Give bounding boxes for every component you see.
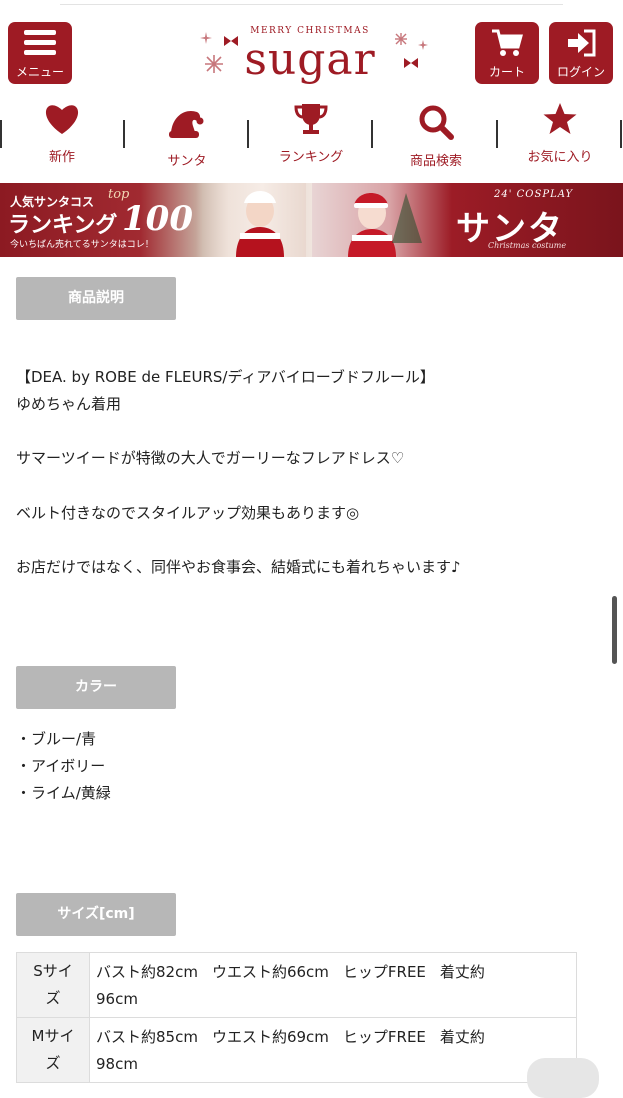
description-line: ベルト付きなのでスタイルアップ効果もあります◎ xyxy=(16,504,360,522)
login-button[interactable]: ログイン xyxy=(549,22,613,84)
cart-icon xyxy=(492,29,523,56)
waist-value: ウエスト約69cm xyxy=(211,1028,329,1046)
length-label: 着丈約 xyxy=(439,1028,485,1046)
nav-item-search[interactable]: 商品検索 xyxy=(386,96,486,170)
star-icon xyxy=(543,103,577,134)
search-icon xyxy=(419,105,454,140)
menu-label: メニュー xyxy=(15,65,64,79)
nav-item-santa[interactable]: サンタ xyxy=(137,96,237,170)
description-line: お店だけではなく、同伴やお食事会、結婚式にも着れちゃいます♪ xyxy=(16,558,461,576)
length-value: 98cm xyxy=(96,1055,138,1073)
main-nav: 新作 サンタ ランキング 商品検索 お気に入り xyxy=(0,96,623,170)
size-measure-cell: バスト約82cm ウエスト約66cm ヒップFREE 着丈約 96cm xyxy=(89,952,577,1018)
promo-banner[interactable]: 人気サンタコス ランキング top 100 今いちばん売れてるサンタはコレ！ 2… xyxy=(0,183,623,257)
description-line: サマーツイードが特徴の大人でガーリーなフレアドレス♡ xyxy=(16,449,405,467)
nav-separator xyxy=(247,120,249,148)
nav-item-ranking[interactable]: ランキング xyxy=(261,96,361,170)
table-row: Sサイ ズ バスト約82cm ウエスト約66cm ヒップFREE 着丈約 96cm xyxy=(16,952,577,1018)
bust-value: バスト約85cm xyxy=(96,1028,198,1046)
ribbon-icon xyxy=(224,36,238,46)
banner-ranking-caption: 今いちばん売れてるサンタはコレ！ xyxy=(10,240,154,250)
nav-label-new: 新作 xyxy=(48,150,75,165)
color-item: ・ライム/黄緑 xyxy=(16,784,111,802)
hamburger-icon xyxy=(24,30,56,55)
length-value: 96cm xyxy=(96,990,138,1008)
banner-santa-caption: Christmas costume xyxy=(488,241,567,250)
color-item: ・アイボリー xyxy=(16,757,106,775)
description-line: ゆめちゃん着用 xyxy=(16,395,122,413)
login-icon xyxy=(568,29,596,57)
santa-hat-icon xyxy=(169,110,204,138)
ribbon-icon xyxy=(404,58,418,68)
banner-ranking-title: ランキング xyxy=(8,212,118,238)
nav-label-favorites: お気に入り xyxy=(527,150,593,165)
size-name-cell: Sサイ ズ xyxy=(16,952,90,1018)
bust-value: バスト約82cm xyxy=(96,963,198,981)
scroll-to-top-button[interactable] xyxy=(527,1058,599,1098)
santa-model-image xyxy=(236,191,284,257)
sparkle-icon xyxy=(418,40,428,50)
banner-santa-subtitle: 24' COSPLAY xyxy=(494,189,574,200)
nav-separator xyxy=(620,120,622,148)
size-name: ズ xyxy=(45,1054,61,1072)
trophy-icon xyxy=(294,104,328,134)
nav-item-favorites[interactable]: お気に入り xyxy=(510,96,610,170)
snowflake-icon xyxy=(205,55,223,73)
cart-button[interactable]: カート xyxy=(475,22,539,84)
banner-ranking[interactable]: 人気サンタコス ランキング top 100 今いちばん売れてるサンタはコレ！ xyxy=(0,183,312,257)
heart-icon xyxy=(45,105,79,134)
length-label: 着丈約 xyxy=(439,963,485,981)
nav-label-santa: サンタ xyxy=(167,154,207,169)
nav-separator xyxy=(496,120,498,148)
scrollbar[interactable] xyxy=(612,596,617,664)
banner-santa[interactable]: 24' COSPLAY サンタ Christmas costume xyxy=(312,183,623,257)
banner-ranking-number: 100 xyxy=(122,199,193,239)
nav-label-search: 商品検索 xyxy=(409,154,462,169)
size-measure-cell: バスト約85cm ウエスト約69cm ヒップFREE 着丈約 98cm xyxy=(89,1017,577,1083)
size-table: Sサイ ズ バスト約82cm ウエスト約66cm ヒップFREE 着丈約 96cm M… xyxy=(16,952,577,1083)
nav-item-new[interactable]: 新作 xyxy=(12,96,112,170)
size-name: ズ xyxy=(45,989,61,1007)
sparkle-icon xyxy=(200,32,212,44)
size-name-cell: Mサイ ズ xyxy=(16,1017,90,1083)
description-line: 【DEA. by ROBE de FLEURS/ディアバイローブドフルール】 xyxy=(16,368,435,386)
site-logo[interactable]: MERRY CHRISTMAS sugar xyxy=(190,24,430,84)
section-label-size: サイズ[cm] xyxy=(16,893,176,936)
section-label-description: 商品説明 xyxy=(16,277,176,320)
cart-label: カート xyxy=(488,65,525,79)
nav-separator xyxy=(371,120,373,148)
section-label-color: カラー xyxy=(16,666,176,709)
top-divider xyxy=(60,4,563,5)
menu-button[interactable]: メニュー xyxy=(8,22,72,84)
nav-separator xyxy=(123,120,125,148)
snowflake-icon xyxy=(395,33,407,45)
hip-value: ヒップFREE xyxy=(342,1028,426,1046)
waist-value: ウエスト約66cm xyxy=(211,963,329,981)
table-row: Mサイ ズ バスト約85cm ウエスト約69cm ヒップFREE 着丈約 98cm xyxy=(16,1017,577,1083)
santa-model-image xyxy=(348,193,422,257)
nav-separator xyxy=(0,120,2,148)
hip-value: ヒップFREE xyxy=(342,963,426,981)
size-name: Sサイ xyxy=(33,962,73,980)
nav-label-ranking: ランキング xyxy=(278,150,344,165)
color-item: ・ブルー/青 xyxy=(16,730,97,748)
login-label: ログイン xyxy=(556,65,605,79)
size-name: Mサイ xyxy=(31,1027,75,1045)
